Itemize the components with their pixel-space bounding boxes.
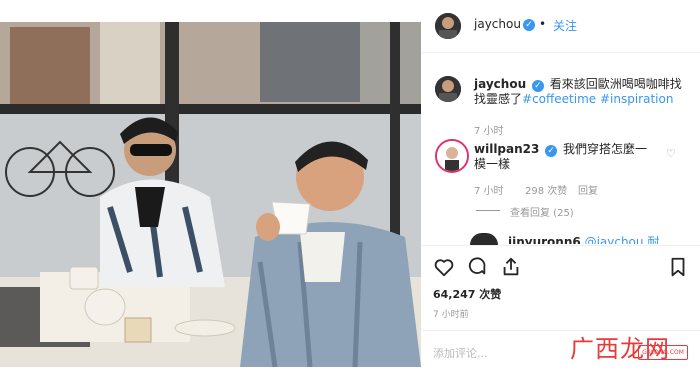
- author-avatar[interactable]: [435, 13, 461, 39]
- comment-username[interactable]: jinyuronn6: [508, 235, 581, 244]
- comment-time: 7 小时: [474, 186, 504, 197]
- verified-icon: ✓: [523, 19, 535, 31]
- follow-button[interactable]: 关注: [553, 17, 577, 34]
- caption-avatar[interactable]: [435, 76, 461, 102]
- view-replies-button[interactable]: 查看回复 (25): [510, 204, 574, 219]
- caption-username[interactable]: jaychou: [474, 77, 526, 91]
- caption: jaychou ✓ 看來該回歐洲喝喝咖啡找找靈感了#coffeetime #in…: [474, 77, 684, 107]
- comment-likes[interactable]: 298 次赞: [525, 182, 567, 197]
- commenter-avatar[interactable]: [435, 139, 469, 173]
- comment-icon[interactable]: [466, 256, 488, 278]
- verified-icon: ✓: [545, 145, 558, 157]
- caption-hashtags[interactable]: #coffeetime #inspiration: [522, 92, 673, 106]
- heart-icon[interactable]: [433, 256, 455, 278]
- header-divider: [421, 52, 700, 53]
- verified-icon: ✓: [531, 80, 544, 92]
- replies-line: [476, 210, 500, 211]
- comment: willpan23 ✓ 我們穿搭怎麼一模一樣: [474, 142, 654, 172]
- caption-time: 7 小时: [474, 126, 504, 137]
- separator-dot: •: [539, 17, 547, 31]
- bookmark-icon[interactable]: [667, 256, 689, 278]
- post-photo[interactable]: [0, 22, 421, 367]
- author-username[interactable]: jaychou: [474, 17, 521, 31]
- comment-text: @jaychou 耐: [584, 235, 660, 244]
- actions-divider: [421, 245, 700, 246]
- reply-button[interactable]: 回复: [578, 182, 598, 197]
- comment-username[interactable]: willpan23: [474, 142, 539, 156]
- likes-count[interactable]: 64,247 次赞: [433, 286, 501, 302]
- share-icon[interactable]: [500, 256, 522, 278]
- photo-illustration: [0, 22, 421, 367]
- comment-like-icon[interactable]: ♡: [666, 147, 676, 160]
- comment: jinyuronn6 @jaychou 耐: [508, 235, 678, 244]
- comment-input[interactable]: 添加评论...: [433, 345, 488, 361]
- watermark-logo: GXLONG.COM: [638, 345, 688, 360]
- post-time: 7 小时前: [433, 310, 469, 320]
